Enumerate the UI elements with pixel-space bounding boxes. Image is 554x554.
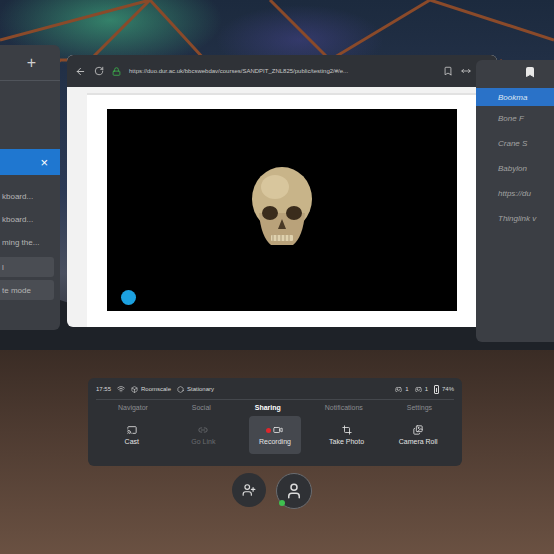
online-dot [279,500,285,506]
selected-row[interactable]: × [0,149,60,175]
add-person-icon [242,483,256,497]
vr-scene: +×kboard...kboard...ming the...lte modeh… [0,0,554,554]
skull-model[interactable] [247,165,317,255]
bookmark-item[interactable]: Bone F [476,106,554,131]
left-panel: +×kboard...kboard...ming the...lte mode [0,45,60,330]
panel-link[interactable]: ming the... [0,231,60,254]
panel-button[interactable]: te mode [0,280,54,300]
viewer-logo-icon[interactable] [121,290,136,305]
bookmark-icon[interactable] [443,66,453,76]
resize-icon[interactable] [461,66,471,76]
bookmark-item[interactable]: Thinglink v [476,206,554,231]
status-bar: 17:55 Roomscale Stationary 11 74% [96,382,454,396]
roomscale-icon [131,386,138,393]
menu-tab[interactable]: Sharing [251,403,285,412]
stationary-icon [177,386,184,393]
browser-window: https://duo.dur.ac.uk/bbcswebdav/courses… [67,55,497,327]
panel-link[interactable]: kboard... [0,208,60,231]
battery-icon [434,385,439,394]
record-dot-icon [266,428,271,433]
action-button[interactable]: Camera Roll [392,416,444,454]
profile-button[interactable] [276,473,312,509]
menu-tabs: Navigator Social Sharing Notifications Setti… [96,399,454,412]
battery: 74% [434,385,454,394]
mode-option[interactable]: Stationary [177,386,214,393]
panel-button[interactable]: l [0,257,54,277]
action-button[interactable]: Cast [106,416,158,454]
dock [232,473,312,509]
action-icon [127,425,137,435]
url-field[interactable]: https://duo.dur.ac.uk/bbcswebdav/courses… [129,68,435,74]
action-icon [413,425,423,435]
model-viewer[interactable] [107,109,457,311]
bookmark-item[interactable]: Crane S [476,131,554,156]
controller-count: 1 [395,386,408,393]
action-icon [198,425,208,435]
menu-tab[interactable]: Navigator [114,403,152,412]
menu-tab[interactable]: Social [188,403,215,412]
clock: 17:55 [96,386,111,392]
universal-menu: 17:55 Roomscale Stationary 11 74% Navigator So… [88,378,462,466]
close-button[interactable]: × [40,155,48,170]
avatar-icon [285,482,303,500]
action-button[interactable]: Take Photo [321,416,373,454]
web-page [87,93,477,327]
controller-count: 1 [415,386,428,393]
menu-tab[interactable]: Settings [403,403,436,412]
mode-option[interactable]: Roomscale [131,386,171,393]
bookmarks-title[interactable]: Bookma [476,88,554,106]
bookmark-item[interactable]: https://du [476,181,554,206]
action-row: Cast Go Link Recording Take Photo Camera Rol… [96,416,454,454]
action-button[interactable]: Recording [249,416,301,454]
back-arrow-icon[interactable] [75,66,86,77]
bookmark-item[interactable]: Babylon [476,156,554,181]
controller-icon [395,386,402,393]
bookmarks-panel: BookmaBone FCrane SBabylonhttps://duThin… [476,60,554,342]
action-icon [273,425,283,435]
action-button: Go Link [177,416,229,454]
add-button[interactable]: + [0,45,60,81]
panel-link[interactable]: kboard... [0,185,60,208]
wifi-icon [117,385,125,393]
add-friend-button[interactable] [232,473,266,507]
controller-icon [415,386,422,393]
reload-icon[interactable] [94,66,104,76]
menu-tab[interactable]: Notifications [321,403,367,412]
action-icon [342,425,352,435]
bookmark-icon[interactable] [524,66,536,78]
lock-icon [112,67,121,76]
browser-toolbar: https://duo.dur.ac.uk/bbcswebdav/courses… [67,55,497,87]
